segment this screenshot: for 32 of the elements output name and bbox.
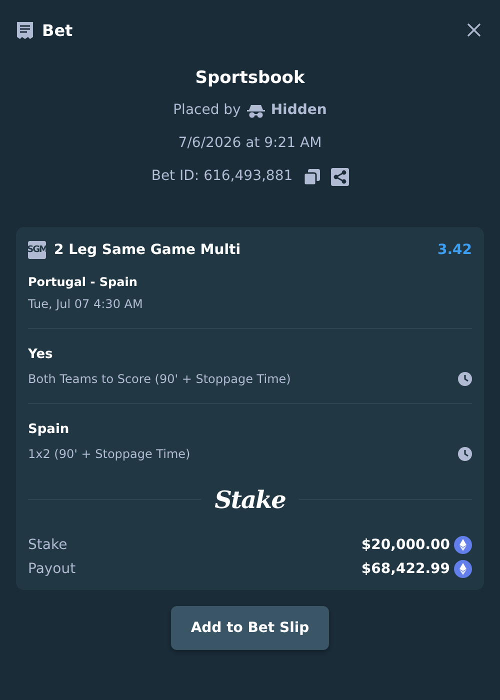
- clock-icon: [458, 447, 472, 461]
- bet-title: 2 Leg Same Game Multi: [54, 242, 242, 258]
- amount-value: $68,422.99: [361, 561, 450, 577]
- close-icon: [466, 22, 482, 38]
- username: Hidden: [270, 101, 327, 120]
- event-name: Portugal - Spain: [28, 275, 138, 289]
- ethereum-icon: [454, 536, 472, 554]
- share-button[interactable]: [330, 168, 349, 186]
- amount-label: Payout: [28, 561, 76, 577]
- market-name: Both Teams to Score (90' + Stoppage Time): [28, 372, 291, 386]
- selection: Yes: [28, 347, 54, 362]
- incognito-icon: [246, 104, 265, 118]
- copy-button[interactable]: [302, 168, 321, 186]
- bet-source-title: Sportsbook: [195, 67, 305, 90]
- bet-date: 7/6/2026 at 9:21 AM: [178, 134, 322, 153]
- ethereum-icon: [454, 560, 472, 578]
- odds: 3.42: [437, 242, 472, 258]
- selection: Spain: [28, 422, 70, 437]
- market-name: 1x2 (90' + Stoppage Time): [28, 447, 190, 461]
- dialog-title: Bet: [42, 20, 74, 40]
- copy-icon: [302, 168, 321, 186]
- receipt-icon: [16, 20, 34, 40]
- close-button[interactable]: [466, 22, 482, 38]
- bet-id: Bet ID: 616,493,881: [151, 167, 293, 186]
- add-to-bet-slip-button[interactable]: Add to Bet Slip: [170, 606, 330, 650]
- amount-value: $20,000.00: [361, 537, 450, 553]
- event-time: Tue, Jul 07 4:30 AM: [28, 297, 144, 311]
- brand-logo: Stake: [214, 485, 286, 514]
- amount-label: Stake: [28, 537, 68, 553]
- placed-by-label: Placed by: [173, 101, 241, 120]
- clock-icon: [458, 372, 472, 386]
- share-icon: [330, 168, 349, 186]
